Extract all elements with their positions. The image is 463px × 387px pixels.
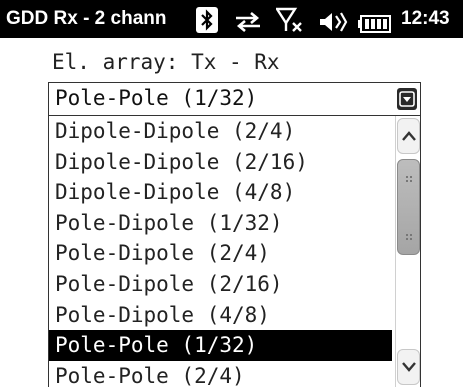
scrollbar[interactable] <box>395 116 420 387</box>
list-option[interactable]: Dipole-Dipole (2/16) <box>49 147 392 178</box>
scroll-thumb[interactable] <box>397 159 420 255</box>
electrode-array-label: El. array: Tx - Rx <box>52 50 280 74</box>
list-option[interactable]: Pole-Pole (2/4) <box>49 361 392 387</box>
status-bar: GDD Rx - 2 chann 12:43 <box>0 0 463 38</box>
dropdown-arrow-icon[interactable] <box>397 88 417 110</box>
grip-icon <box>406 234 412 240</box>
dropdown-list[interactable]: Dipole-Dipole (2/4) Dipole-Dipole (2/16)… <box>48 116 421 387</box>
window-title: GDD Rx - 2 chann <box>6 8 167 29</box>
scroll-up-button[interactable] <box>397 118 420 154</box>
list-option-selected[interactable]: Pole-Pole (1/32) <box>49 330 392 361</box>
electrode-array-combobox[interactable]: Pole-Pole (1/32) <box>48 82 421 116</box>
no-signal-icon[interactable] <box>276 6 304 34</box>
list-option[interactable]: Pole-Dipole (1/32) <box>49 208 392 239</box>
bluetooth-icon[interactable] <box>196 6 218 34</box>
list-option[interactable]: Dipole-Dipole (2/4) <box>49 116 392 147</box>
chevron-down-icon <box>402 362 416 372</box>
option-list: Dipole-Dipole (2/4) Dipole-Dipole (2/16)… <box>49 116 392 387</box>
combobox-selected-value: Pole-Pole (1/32) <box>55 86 258 110</box>
grip-icon <box>406 176 412 182</box>
battery-icon[interactable] <box>358 10 392 38</box>
data-transfer-icon[interactable] <box>234 8 262 36</box>
list-option[interactable]: Pole-Dipole (2/16) <box>49 269 392 300</box>
list-option[interactable]: Dipole-Dipole (4/8) <box>49 177 392 208</box>
list-option[interactable]: Pole-Dipole (4/8) <box>49 300 392 331</box>
volume-icon[interactable] <box>318 8 348 36</box>
scroll-down-button[interactable] <box>397 349 420 385</box>
clock[interactable]: 12:43 <box>401 7 450 31</box>
chevron-up-icon <box>402 131 416 141</box>
list-option[interactable]: Pole-Dipole (2/4) <box>49 238 392 269</box>
